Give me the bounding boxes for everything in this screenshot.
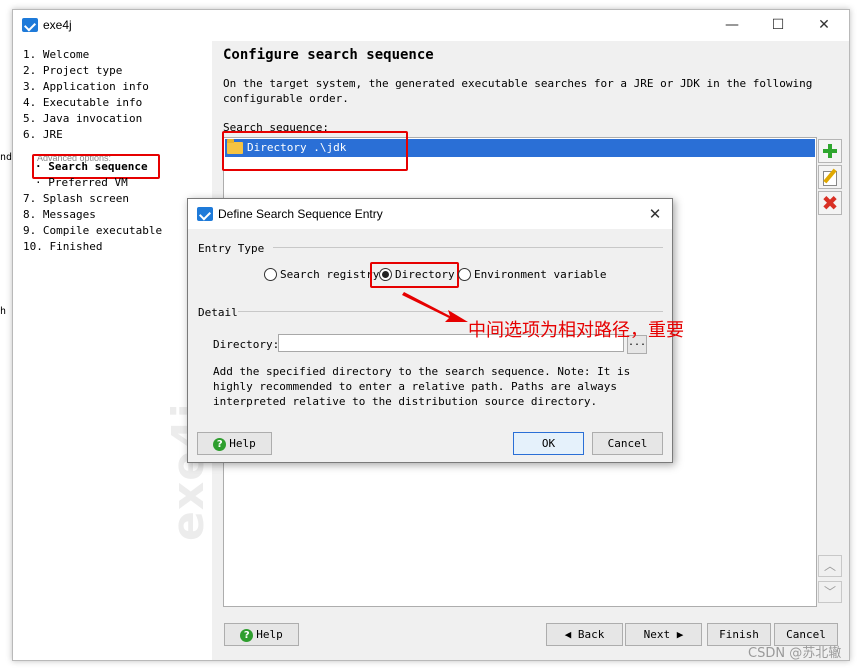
next-label: Next — [643, 628, 671, 641]
nav-step-splash-screen[interactable]: 7. Splash screen — [23, 192, 129, 205]
annotation-arrow — [402, 292, 468, 322]
detail-label: Detail — [198, 306, 238, 319]
next-arrow-icon: ▶ — [670, 628, 684, 641]
edit-entry-button[interactable] — [818, 165, 842, 189]
nav-step-java-invocation[interactable]: 5. Java invocation — [23, 112, 142, 125]
nav-step-finished[interactable]: 10. Finished — [23, 240, 102, 253]
next-button[interactable]: Next ▶ — [625, 623, 702, 646]
ok-button[interactable]: OK — [513, 432, 584, 455]
help-button[interactable]: ? Help — [224, 623, 299, 646]
add-entry-button[interactable] — [818, 139, 842, 163]
page-title: Configure search sequence — [223, 47, 434, 63]
close-button[interactable]: ✕ — [801, 10, 847, 41]
dialog-help-label: Help — [229, 437, 256, 450]
wizard-step-nav: 1. Welcome 2. Project type 3. Applicatio… — [13, 41, 212, 660]
highlight-box-directory — [370, 262, 459, 288]
nav-step-project-type[interactable]: 2. Project type — [23, 64, 122, 77]
radio-search-registry[interactable] — [264, 268, 277, 281]
nav-step-jre[interactable]: 6. JRE — [23, 128, 63, 141]
highlight-box-sequence — [222, 131, 408, 171]
help-icon: ? — [213, 437, 227, 451]
nav-step-application-info[interactable]: 3. Application info — [23, 80, 149, 93]
radio-environment-variable[interactable] — [458, 268, 471, 281]
background-edge-text: h — [0, 306, 7, 317]
dialog-close-button[interactable]: ✕ — [644, 203, 666, 225]
dialog-title-bar: Define Search Sequence Entry ✕ — [188, 199, 672, 229]
radio-label-search-registry[interactable]: Search registry — [280, 268, 379, 281]
title-bar: exe4j — ☐ ✕ — [13, 10, 849, 41]
dialog-title: Define Search Sequence Entry — [218, 207, 383, 221]
nav-step-welcome[interactable]: 1. Welcome — [23, 48, 89, 61]
move-up-button[interactable]: ︿ — [818, 555, 842, 577]
add-icon-vertical — [828, 144, 832, 158]
annotation-text: 中间选项为相对路径，重要 — [468, 320, 684, 341]
directory-note: Add the specified directory to the searc… — [213, 365, 631, 408]
csdn-watermark: CSDN @苏北辙 — [748, 646, 842, 661]
nav-step-messages[interactable]: 8. Messages — [23, 208, 96, 221]
nav-step-compile-executable[interactable]: 9. Compile executable — [23, 224, 162, 237]
page-description: On the target system, the generated exec… — [223, 77, 813, 105]
back-label: Back — [577, 628, 605, 641]
directory-label: Directory: — [213, 338, 280, 351]
back-arrow-icon: ◀ — [564, 628, 578, 641]
nav-step-preferred-vm[interactable]: · Preferred VM — [35, 176, 128, 189]
nav-step-executable-info[interactable]: 4. Executable info — [23, 96, 142, 109]
window-title: exe4j — [43, 18, 72, 32]
back-button[interactable]: ◀ Back — [546, 623, 623, 646]
minimize-button[interactable]: — — [709, 10, 755, 41]
exe4j-app-icon — [197, 207, 213, 221]
entry-type-label: Entry Type — [198, 242, 265, 255]
help-label: Help — [256, 628, 283, 641]
dialog-help-button[interactable]: ? Help — [197, 432, 272, 455]
exe4j-app-icon — [22, 18, 38, 32]
move-down-button[interactable]: ﹀ — [818, 581, 842, 603]
remove-entry-button[interactable]: ✖ — [818, 191, 842, 215]
help-icon: ? — [240, 628, 254, 642]
dialog-cancel-button[interactable]: Cancel — [592, 432, 663, 455]
background-edge-text: nd — [0, 152, 13, 163]
remove-icon: ✖ — [821, 191, 839, 215]
maximize-button[interactable]: ☐ — [755, 10, 801, 41]
radio-label-environment-variable[interactable]: Environment variable — [474, 268, 606, 281]
divider — [273, 247, 663, 248]
